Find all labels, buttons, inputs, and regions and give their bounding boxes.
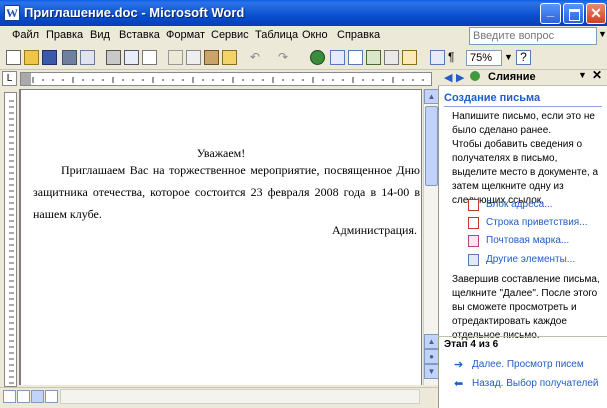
zoom-dropdown-icon[interactable]: ▼ (504, 52, 513, 62)
menu-insert[interactable]: Вставка (119, 29, 160, 41)
body-paragraph: Приглашаем Вас на торжественное мероприя… (33, 163, 420, 221)
pane-menu-dropdown-icon[interactable]: ▼ (578, 70, 587, 80)
spelling-icon[interactable] (142, 50, 157, 65)
menu-view[interactable]: Вид (90, 29, 110, 41)
finish-text: Завершив составление письма, щелкните "Д… (452, 274, 600, 341)
menu-tools[interactable]: Сервис (211, 29, 249, 41)
intro-text: Напишите письмо, если это не было сделан… (452, 111, 595, 136)
step-indicator: Этап 4 из 6 (444, 339, 499, 350)
permission-icon[interactable] (62, 50, 77, 65)
more-items-link[interactable]: Другие элементы... (486, 254, 575, 265)
document-page[interactable]: Уважаем! Приглашаем Вас на торжественное… (21, 90, 421, 385)
scroll-up-page-button[interactable]: ▲ (424, 334, 439, 349)
drawing-icon[interactable] (402, 50, 417, 65)
back-arrow-icon[interactable]: ◀ (444, 71, 452, 84)
window-title: Приглашение.doc - Microsoft Word (24, 5, 245, 20)
scroll-thumb[interactable] (425, 106, 438, 186)
normal-view-icon[interactable] (3, 390, 16, 403)
save-icon[interactable] (42, 50, 57, 65)
undo-icon[interactable]: ↶ (250, 50, 265, 65)
vertical-scrollbar[interactable]: ▲ ▲ ● ▼ (423, 89, 439, 385)
paste-icon[interactable] (204, 50, 219, 65)
close-button[interactable]: ✕ (586, 3, 606, 24)
outline-view-icon[interactable] (45, 390, 58, 403)
help-search-input[interactable]: Введите вопрос (469, 27, 597, 45)
format-painter-icon[interactable] (222, 50, 237, 65)
menu-table[interactable]: Таблица (255, 29, 298, 41)
next-arrow-icon[interactable]: ➔ (454, 358, 463, 371)
home-icon[interactable] (470, 71, 480, 81)
redo-icon[interactable]: ↷ (278, 50, 293, 65)
hyperlink-icon[interactable] (310, 50, 325, 65)
show-formatting-icon[interactable]: ¶ (448, 50, 463, 65)
menu-file[interactable]: Файл (12, 29, 39, 41)
columns-icon[interactable] (384, 50, 399, 65)
step-divider (438, 336, 607, 337)
back-step-arrow-icon[interactable]: ⬅ (454, 377, 463, 390)
next-step-link[interactable]: Далее. Просмотр писем (472, 359, 584, 370)
address-block-link[interactable]: Блок адреса... (486, 199, 553, 210)
forward-arrow-icon[interactable]: ▶ (456, 71, 464, 84)
previous-step-link[interactable]: Назад. Выбор получателей (472, 378, 599, 389)
word-app-icon[interactable]: W (4, 5, 20, 21)
postage-link[interactable]: Почтовая марка... (486, 235, 569, 246)
horizontal-scroll-track[interactable] (60, 389, 420, 404)
tab-selector-button[interactable]: L (2, 71, 17, 86)
new-document-icon[interactable] (6, 50, 21, 65)
print-layout-icon[interactable] (31, 390, 44, 403)
vertical-ruler[interactable] (4, 92, 17, 387)
browse-object-button[interactable]: ● (424, 349, 439, 364)
instructions-text: Чтобы добавить сведения о получателях в … (452, 139, 599, 206)
scroll-down-page-button[interactable]: ▼ (424, 364, 439, 379)
address-block-icon (468, 199, 479, 211)
postage-icon (468, 235, 479, 247)
tables-borders-icon[interactable] (330, 50, 345, 65)
print-icon[interactable] (106, 50, 121, 65)
section-divider (444, 106, 602, 107)
document-map-icon[interactable] (430, 50, 445, 65)
menu-format[interactable]: Формат (166, 29, 205, 41)
ruler-margin (21, 73, 31, 85)
menu-edit[interactable]: Правка (46, 29, 83, 41)
minimize-button[interactable]: _ (540, 3, 561, 24)
greeting-line-link[interactable]: Строка приветствия... (486, 217, 588, 228)
insert-table-icon[interactable] (348, 50, 363, 65)
task-pane-title: Слияние (488, 71, 536, 83)
section-title-create-letter: Создание письма (444, 92, 541, 104)
pane-close-icon[interactable]: ✕ (592, 68, 602, 82)
email-icon[interactable] (80, 50, 95, 65)
more-items-icon (468, 254, 479, 266)
open-folder-icon[interactable] (24, 50, 39, 65)
greeting-line-icon (468, 217, 479, 229)
cut-icon[interactable] (168, 50, 183, 65)
web-layout-icon[interactable] (17, 390, 30, 403)
menu-help[interactable]: Справка (337, 29, 380, 41)
signature-line: Администрация. (331, 223, 417, 237)
copy-icon[interactable] (186, 50, 201, 65)
print-preview-icon[interactable] (124, 50, 139, 65)
zoom-select[interactable]: 75% (466, 50, 502, 66)
maximize-button[interactable] (563, 3, 584, 24)
scroll-up-button[interactable]: ▲ (424, 89, 439, 104)
menu-window[interactable]: Окно (302, 29, 328, 41)
insert-excel-icon[interactable] (366, 50, 381, 65)
help-icon[interactable]: ? (516, 50, 531, 65)
horizontal-ruler[interactable] (20, 72, 432, 86)
help-dropdown-icon[interactable]: ▼ (598, 29, 607, 39)
